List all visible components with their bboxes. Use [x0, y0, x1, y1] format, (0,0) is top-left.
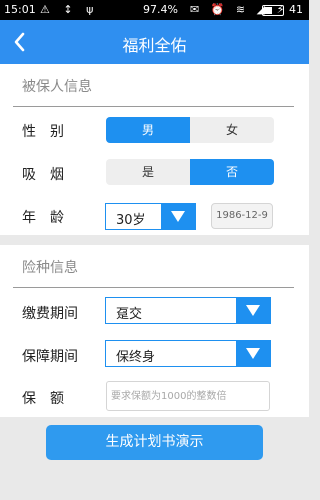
- dropdown-arrow-icon: [161, 204, 195, 229]
- notification-icons: ⚠ ↕ ψ: [40, 3, 99, 16]
- gender-label: 性别: [22, 124, 78, 140]
- age-label: 年龄: [22, 210, 78, 226]
- payment-period-label: 缴费期间: [22, 306, 78, 322]
- smoking-option-no[interactable]: 否: [190, 159, 274, 185]
- coverage-period-label: 保障期间: [22, 349, 78, 365]
- coverage-period-select[interactable]: 保终身: [105, 340, 271, 367]
- coverage-period-value: 保终身: [116, 350, 156, 365]
- amount-input[interactable]: [106, 381, 270, 411]
- battery-icon: [262, 5, 284, 16]
- section-divider: [13, 106, 294, 107]
- status-time: 15:01: [4, 3, 36, 16]
- payment-period-value: 趸交: [116, 307, 143, 322]
- section-divider: [13, 287, 294, 288]
- page-title: 福利全佑: [122, 36, 187, 55]
- gender-toggle: 男 女: [106, 117, 274, 143]
- dropdown-arrow-icon: [236, 298, 270, 323]
- title-bar: 福利全佑: [0, 20, 309, 64]
- gender-option-male[interactable]: 男: [106, 117, 190, 143]
- amount-label: 保额: [22, 391, 78, 407]
- smoking-label: 吸烟: [22, 167, 78, 183]
- insured-section-title: 被保人信息: [22, 79, 92, 95]
- dropdown-arrow-icon: [236, 341, 270, 366]
- status-battery-percent: 97.4%: [143, 3, 178, 16]
- gender-option-female[interactable]: 女: [190, 117, 274, 143]
- age-value: 30岁: [116, 213, 146, 228]
- age-select[interactable]: 30岁: [105, 203, 196, 230]
- birthdate-field[interactable]: 1986-12-9: [211, 203, 273, 229]
- smoking-option-yes[interactable]: 是: [106, 159, 190, 185]
- smoking-toggle: 是 否: [106, 159, 274, 185]
- policy-section-title: 险种信息: [22, 260, 78, 276]
- generate-plan-button[interactable]: 生成计划书演示: [46, 425, 263, 460]
- payment-period-select[interactable]: 趸交: [105, 297, 271, 324]
- status-battery-level: 41: [289, 3, 303, 16]
- status-bar: 15:01 ⚠ ↕ ψ 97.4% ✉ ⏰ ≋ ◢ ⚡ 41: [0, 0, 309, 20]
